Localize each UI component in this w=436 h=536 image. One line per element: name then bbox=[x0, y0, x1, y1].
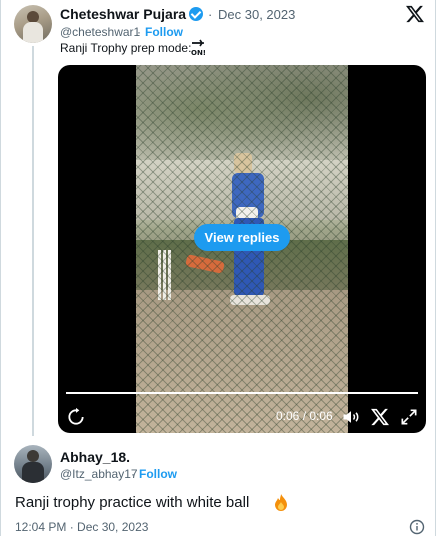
fullscreen-icon[interactable] bbox=[399, 407, 419, 427]
reply-text: Ranji trophy practice with white ball bbox=[15, 494, 250, 511]
reply-follow-link[interactable]: Follow bbox=[139, 467, 177, 481]
date-separator: · bbox=[208, 7, 213, 22]
follow-link[interactable]: Follow bbox=[145, 25, 183, 39]
reply-timestamp[interactable]: 12:04 PM · Dec 30, 2023 bbox=[15, 520, 148, 534]
x-share-icon[interactable] bbox=[370, 407, 390, 427]
time-total: 0:06 bbox=[309, 409, 333, 423]
info-icon[interactable] bbox=[409, 519, 425, 535]
tweet-text: Ranji Trophy prep mode: bbox=[60, 41, 192, 55]
time-separator: / bbox=[299, 409, 310, 423]
volume-icon[interactable] bbox=[341, 407, 361, 427]
svg-text:ON!: ON! bbox=[191, 49, 206, 56]
author-name[interactable]: Cheteshwar Pujara bbox=[60, 6, 186, 22]
view-replies-button[interactable]: View replies bbox=[194, 224, 290, 251]
video-player[interactable]: View replies 0:06 / 0:06 bbox=[58, 65, 426, 433]
on-arrow-icon: ON! bbox=[191, 39, 206, 56]
verified-badge-icon bbox=[189, 7, 203, 21]
handle-separator: · bbox=[137, 25, 141, 39]
time-current: 0:06 bbox=[276, 409, 300, 423]
thread-line bbox=[32, 46, 34, 436]
x-logo-icon[interactable] bbox=[405, 4, 425, 24]
fire-icon bbox=[275, 494, 287, 511]
author-handle[interactable]: @cheteshwar1 bbox=[60, 25, 140, 39]
reply-author-name[interactable]: Abhay_18. bbox=[60, 449, 130, 465]
replay-icon[interactable] bbox=[66, 407, 86, 427]
reply-handle-separator: · bbox=[131, 467, 135, 481]
author-avatar[interactable] bbox=[14, 5, 52, 43]
reply-author-handle[interactable]: @Itz_abhay17 bbox=[60, 467, 138, 481]
video-progress-bar[interactable] bbox=[66, 392, 418, 394]
video-progress-fill bbox=[66, 392, 418, 394]
tweet-date[interactable]: Dec 30, 2023 bbox=[218, 7, 295, 22]
video-timecode: 0:06 / 0:06 bbox=[276, 409, 333, 423]
reply-author-avatar[interactable] bbox=[14, 445, 52, 483]
